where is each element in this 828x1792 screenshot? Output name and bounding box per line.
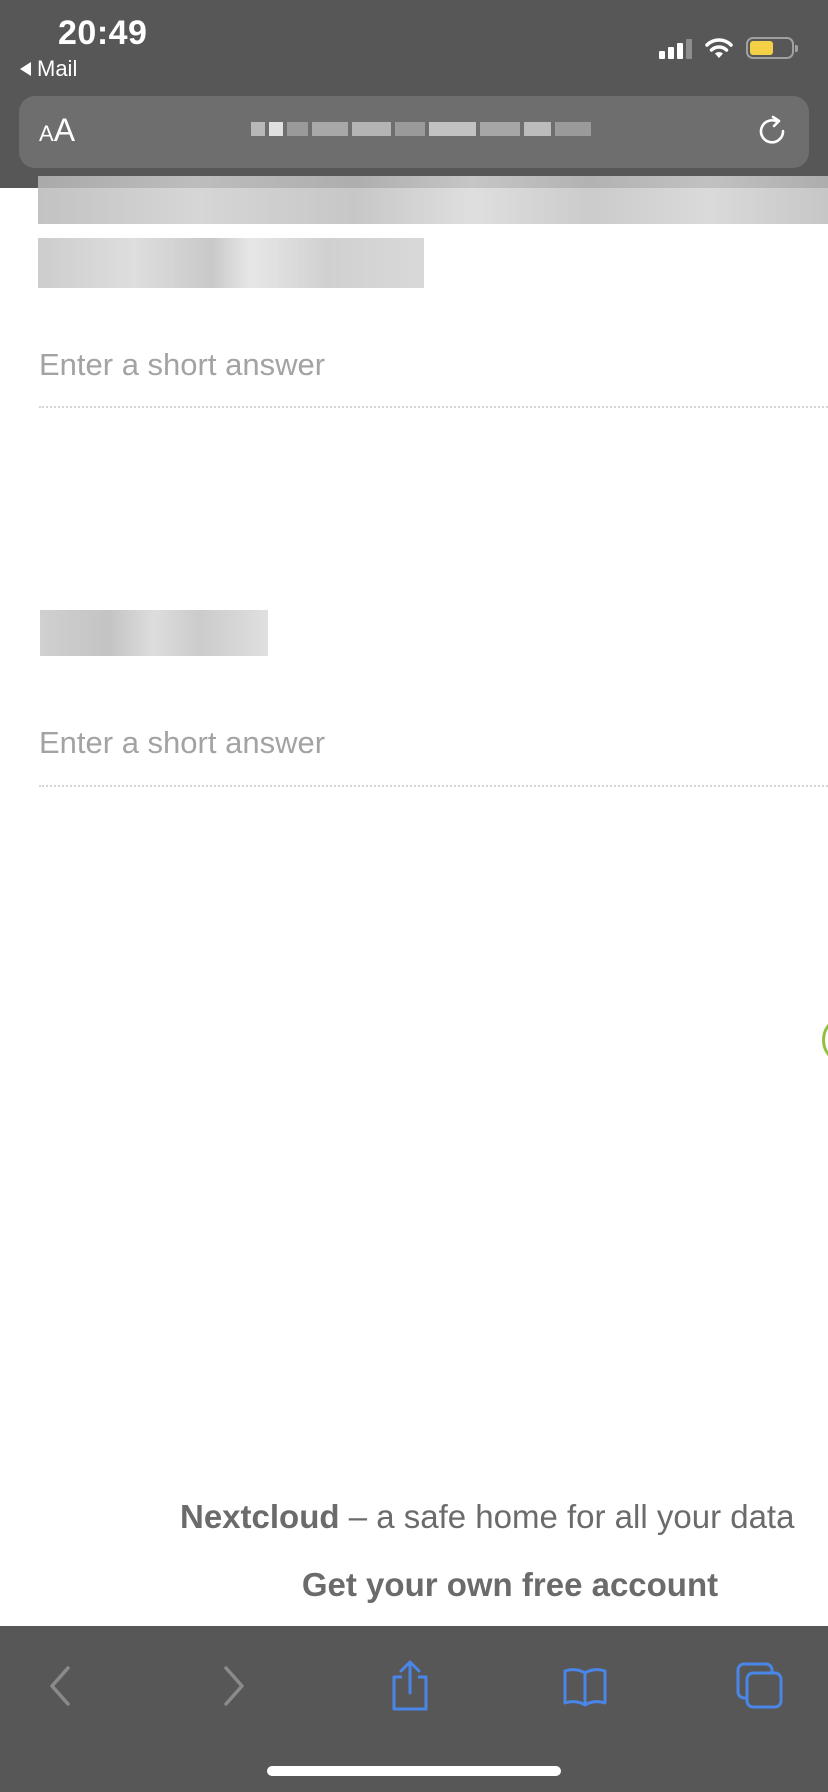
bookmarks-button[interactable]	[555, 1656, 615, 1716]
question-1-answer-input[interactable]	[39, 324, 828, 408]
address-bar[interactable]: AA	[19, 96, 809, 168]
status-icons	[659, 36, 798, 60]
footer-cta: Get your own free account	[0, 1566, 828, 1604]
question-2-title-redacted	[40, 610, 268, 656]
signal-icon	[659, 37, 692, 59]
top-chrome: 20:49 Mail AA	[0, 0, 828, 188]
footer-brand: Nextcloud	[180, 1498, 340, 1535]
get-free-account-link[interactable]: Get your own free account	[302, 1566, 718, 1603]
tabs-icon	[736, 1662, 783, 1709]
home-indicator	[267, 1766, 561, 1776]
share-icon	[392, 1660, 428, 1711]
submit-button-edge[interactable]	[822, 1020, 828, 1060]
back-app-label: Mail	[37, 56, 78, 81]
bottom-toolbar	[0, 1626, 828, 1792]
back-triangle-icon	[20, 62, 31, 76]
url-text-redacted[interactable]	[251, 112, 591, 146]
footer-tagline-text: – a safe home for all your data	[339, 1498, 795, 1535]
book-icon	[563, 1668, 607, 1707]
chevron-left-icon	[50, 1666, 70, 1706]
forward-button[interactable]	[204, 1656, 264, 1716]
back-button[interactable]	[30, 1656, 90, 1716]
question-1-title-redacted-line-2	[38, 238, 424, 288]
back-to-mail-button[interactable]: Mail	[20, 56, 77, 82]
question-1-title-redacted	[38, 176, 828, 224]
reload-icon[interactable]	[753, 112, 791, 150]
battery-icon	[746, 37, 798, 59]
footer-tagline: Nextcloud – a safe home for all your dat…	[180, 1498, 794, 1536]
status-time: 20:49	[58, 14, 148, 52]
wifi-icon	[705, 38, 733, 58]
safari-page: 20:49 Mail AA Enter a short answer Enter…	[0, 0, 828, 1792]
reader-options-button[interactable]: AA	[39, 112, 75, 152]
tabs-button[interactable]	[730, 1656, 790, 1716]
question-2-answer-input[interactable]	[39, 701, 828, 787]
chevron-right-icon	[224, 1666, 244, 1706]
share-button[interactable]	[380, 1656, 440, 1716]
